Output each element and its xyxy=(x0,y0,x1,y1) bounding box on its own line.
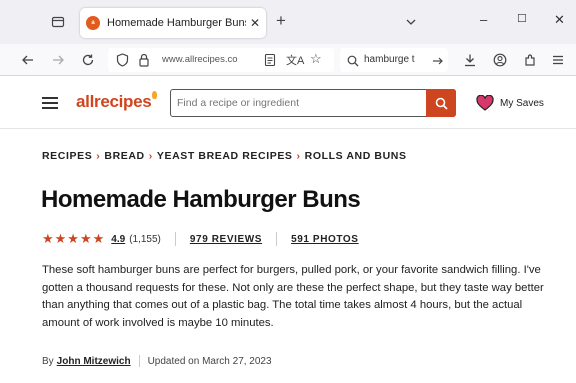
breadcrumb-item-rolls-and-buns[interactable]: ROLLS AND BUNS xyxy=(305,150,407,162)
breadcrumb-separator-icon: › xyxy=(96,150,101,162)
byline-prefix: By xyxy=(42,355,54,367)
reader-mode-icon[interactable] xyxy=(264,53,276,72)
author-link[interactable]: John Mitzewich xyxy=(57,356,131,367)
my-saves-link[interactable]: My Saves xyxy=(476,95,544,111)
close-window-button[interactable]: ✕ xyxy=(554,13,565,26)
browser-search-text: hamburge t xyxy=(364,54,415,65)
site-header: allrecipes My Saves xyxy=(0,77,576,129)
reviews-link[interactable]: 979 REVIEWS xyxy=(190,234,262,245)
allrecipes-favicon-icon: a xyxy=(86,16,100,30)
star-rating-icon: ★★★★★ xyxy=(42,231,106,246)
my-saves-label: My Saves xyxy=(500,97,544,109)
minimize-button[interactable]: – xyxy=(480,13,487,26)
recipe-search-input[interactable] xyxy=(177,97,417,109)
site-logo[interactable]: allrecipes xyxy=(76,92,152,112)
browser-nav-bar: www.allrecipes.co 文A ☆ hamburge t xyxy=(0,44,576,76)
chevron-down-icon[interactable] xyxy=(404,15,418,29)
search-icon xyxy=(435,97,448,110)
divider xyxy=(174,232,176,246)
logo-flame-icon xyxy=(152,91,157,99)
bookmark-star-icon[interactable]: ☆ xyxy=(310,52,322,65)
breadcrumb-separator-icon: › xyxy=(148,150,153,162)
search-icon xyxy=(347,54,359,72)
search-submit-button[interactable] xyxy=(426,89,456,117)
extensions-icon[interactable] xyxy=(522,52,538,68)
tab-list-icon[interactable] xyxy=(50,14,66,30)
breadcrumb-item-yeast-bread-recipes[interactable]: YEAST BREAD RECIPES xyxy=(157,150,293,162)
back-icon[interactable] xyxy=(20,52,36,68)
breadcrumb-item-bread[interactable]: BREAD xyxy=(104,150,144,162)
site-search-box xyxy=(170,89,456,117)
photos-link[interactable]: 591 PHOTOS xyxy=(291,234,359,245)
arrow-right-icon[interactable] xyxy=(432,54,444,72)
divider xyxy=(276,232,278,246)
divider xyxy=(138,355,140,367)
reload-icon[interactable] xyxy=(80,52,96,68)
breadcrumb-separator-icon: › xyxy=(296,150,301,162)
byline: By John Mitzewich Updated on March 27, 2… xyxy=(42,355,272,367)
updated-date: Updated on March 27, 2023 xyxy=(147,355,272,367)
shield-icon[interactable] xyxy=(116,53,129,72)
menu-icon[interactable] xyxy=(550,52,566,68)
active-tab[interactable]: a Homemade Hamburger Buns R ✕ xyxy=(80,8,266,38)
breadcrumb-item-recipes[interactable]: RECIPES xyxy=(42,150,92,162)
address-bar[interactable]: www.allrecipes.co 文A ☆ xyxy=(108,48,334,72)
rating-value[interactable]: 4.9 xyxy=(111,234,125,245)
recipe-intro: These soft hamburger buns are perfect fo… xyxy=(42,264,544,329)
browser-tab-bar: a Homemade Hamburger Buns R ✕ + – ☐ ✕ xyxy=(0,0,576,44)
translate-icon[interactable]: 文A xyxy=(286,52,304,68)
recipe-title: Homemade Hamburger Buns xyxy=(41,186,361,213)
download-icon[interactable] xyxy=(462,52,478,68)
new-tab-button[interactable]: + xyxy=(276,12,286,29)
tab-title: Homemade Hamburger Buns R xyxy=(107,17,246,29)
browser-search-bar[interactable]: hamburge t xyxy=(340,48,448,72)
breadcrumb: RECIPES › BREAD › YEAST BREAD RECIPES › ROLLS … xyxy=(42,150,407,162)
forward-icon[interactable] xyxy=(50,52,66,68)
lock-icon[interactable] xyxy=(138,53,150,72)
rating-row: ★★★★★ 4.9 (1,155) 979 REVIEWS 591 PHOTOS xyxy=(42,231,359,246)
hamburger-menu-icon[interactable] xyxy=(42,97,58,109)
rating-count: (1,155) xyxy=(129,233,161,245)
account-icon[interactable] xyxy=(492,52,508,68)
close-tab-icon[interactable]: ✕ xyxy=(250,16,260,30)
url-text: www.allrecipes.co xyxy=(162,54,238,65)
heart-icon xyxy=(476,95,494,111)
maximize-button[interactable]: ☐ xyxy=(517,14,527,25)
